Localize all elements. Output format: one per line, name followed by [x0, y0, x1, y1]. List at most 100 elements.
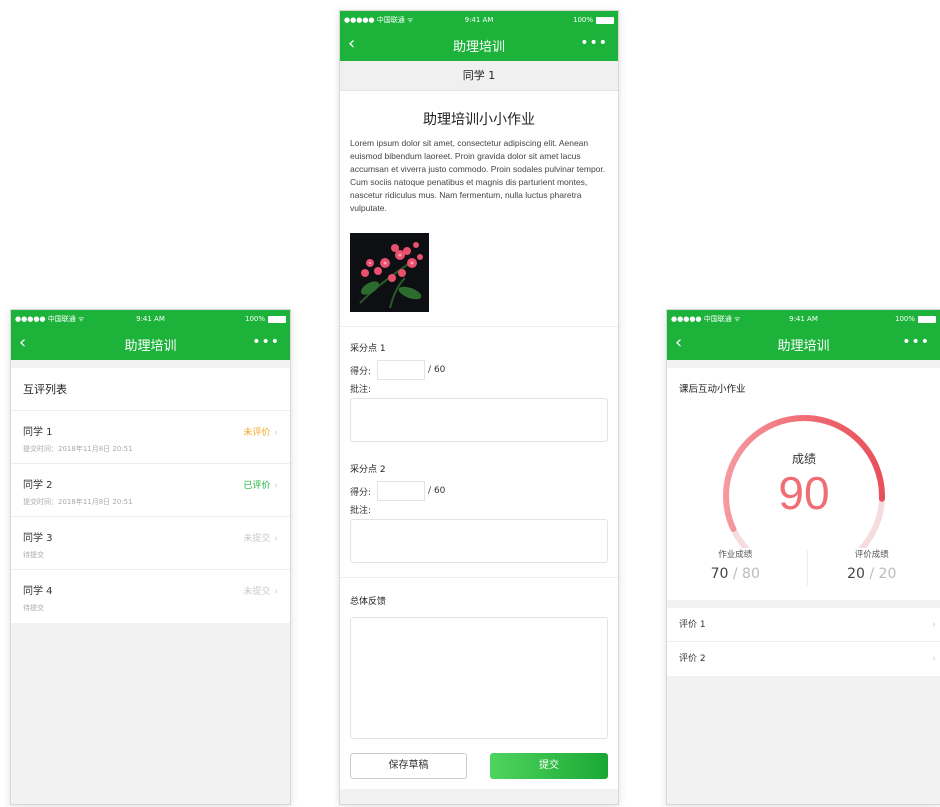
feedback-textarea[interactable]: [350, 617, 608, 739]
page-title: 助理培训: [124, 338, 177, 354]
battery-indicator: 100%: [573, 11, 614, 29]
submit-status: 待提交: [23, 604, 44, 612]
stat-label: 作业成绩: [718, 550, 753, 560]
flower-image-icon: [350, 233, 429, 312]
score-breakdown: 作业成绩 70 / 80 评价成绩 20 / 20: [667, 548, 940, 586]
score-row: 得分: / 60: [350, 360, 608, 380]
divider: [340, 577, 618, 578]
battery-icon: [596, 16, 614, 24]
student-name: 同学 2: [23, 480, 53, 491]
submit-button[interactable]: 提交: [490, 753, 608, 779]
stat-label: 评价成绩: [854, 550, 889, 560]
student-name: 同学 3: [23, 533, 53, 544]
status-bar: ●●●●● 中国联通 ᯤ 9:41 AM 100%: [667, 310, 940, 328]
feedback-title: 总体反馈: [350, 597, 387, 607]
submit-status: 待提交: [23, 551, 44, 559]
chevron-right-icon: ›: [274, 428, 278, 438]
status-badge: 未提交 ›: [243, 584, 278, 597]
student-name: 同学 1: [23, 427, 53, 438]
chevron-right-icon: ›: [274, 481, 278, 491]
evaluation-score: 评价成绩 20 / 20: [804, 548, 940, 582]
stat-value: 70 / 80: [667, 566, 804, 582]
status-badge: 未评价 ›: [243, 425, 278, 438]
note-textarea[interactable]: [350, 398, 608, 442]
back-arrow-icon[interactable]: ‹: [675, 333, 682, 353]
score-input[interactable]: [377, 360, 426, 380]
list-item[interactable]: 评价 1 ›: [667, 608, 940, 642]
list-item[interactable]: 同学 4 待提交 未提交 ›: [11, 570, 290, 623]
grading-content: 助理培训小小作业 Lorem ipsum dolor sit amet, con…: [340, 91, 618, 789]
battery-label: 100%: [244, 315, 265, 323]
homework-body: Lorem ipsum dolor sit amet, consectetur …: [350, 138, 606, 213]
peer-review-list-screen: ●●●●● 中国联通 ᯤ 9:41 AM 100% ‹ 助理培训 ••• 互评列…: [10, 309, 291, 805]
chevron-right-icon: ›: [932, 620, 936, 630]
result-screen: ●●●●● 中国联通 ᯤ 9:41 AM 100% ‹ 助理培训 ••• 课后互…: [666, 309, 940, 805]
score-label: 得分:: [350, 366, 372, 377]
battery-label: 100%: [894, 315, 915, 323]
scoring-point-title: 采分点 2: [350, 465, 386, 475]
battery-label: 100%: [572, 16, 593, 24]
divider: [340, 326, 618, 327]
score-row: 得分: / 60: [350, 481, 608, 501]
student-name-bar: 同学 1: [340, 61, 618, 91]
more-icon[interactable]: •••: [252, 334, 280, 350]
more-icon[interactable]: •••: [902, 334, 930, 350]
status-label: 未提交: [243, 587, 271, 597]
chevron-right-icon: ›: [932, 654, 936, 664]
homework-title: 助理培训小小作业: [423, 112, 535, 128]
page-title: 助理培训: [777, 338, 830, 354]
list-item[interactable]: 评价 2 ›: [667, 642, 940, 676]
nav-bar: ‹ 助理培训 •••: [11, 328, 290, 360]
action-buttons: 保存草稿 提交: [350, 753, 608, 789]
list-item[interactable]: 同学 2 提交时间：2018年11月8日 20:51 已评价 ›: [11, 464, 290, 517]
list-item[interactable]: 同学 1 提交时间：2018年11月8日 20:51 未评价 ›: [11, 411, 290, 464]
evaluation-label: 评价 1: [679, 620, 706, 630]
note-label: 批注:: [350, 506, 372, 516]
list-item[interactable]: 同学 3 待提交 未提交 ›: [11, 517, 290, 570]
status-bar: ●●●●● 中国联通 ᯤ 9:41 AM 100%: [11, 310, 290, 328]
score-input[interactable]: [377, 481, 426, 501]
note-label: 批注:: [350, 385, 372, 395]
status-badge: 已评价 ›: [243, 478, 278, 491]
more-icon[interactable]: •••: [580, 35, 608, 51]
status-label: 未提交: [243, 534, 271, 544]
score-max: / 60: [428, 365, 446, 375]
submit-time: 提交时间：2018年11月8日 20:51: [23, 445, 133, 453]
battery-icon: [918, 315, 936, 323]
top-bar: ●●●●● 中国联通 ᯤ 9:41 AM 100% ‹ 助理培训 •••: [11, 310, 290, 360]
note-textarea[interactable]: [350, 519, 608, 563]
evaluation-label: 评价 2: [679, 654, 706, 664]
back-arrow-icon[interactable]: ‹: [19, 333, 26, 353]
gauge-label: 成绩: [791, 452, 816, 466]
result-card: 课后互动小作业 成绩 90 作业成绩 70 / 80 评价成绩 20 / 20: [667, 368, 940, 600]
score-label: 得分:: [350, 487, 372, 498]
save-draft-button[interactable]: 保存草稿: [350, 753, 467, 779]
grading-screen: ●●●●● 中国联通 ᯤ 9:41 AM 100% ‹ 助理培训 ••• 同学 …: [339, 10, 619, 805]
status-badge: 未提交 ›: [243, 531, 278, 544]
peer-list: 互评列表 同学 1 提交时间：2018年11月8日 20:51 未评价 › 同学 …: [11, 368, 290, 623]
top-bar: ●●●●● 中国联通 ᯤ 9:41 AM 100% ‹ 助理培训 •••: [340, 11, 618, 61]
nav-bar: ‹ 助理培训 •••: [667, 328, 940, 360]
page-title: 助理培训: [452, 39, 505, 55]
status-label: 未评价: [243, 428, 271, 438]
status-label: 已评价: [243, 481, 271, 491]
stat-number: 20: [847, 566, 865, 582]
flower-photo[interactable]: [350, 233, 429, 312]
chevron-right-icon: ›: [274, 534, 278, 544]
stat-denominator: / 20: [864, 566, 897, 582]
battery-icon: [268, 315, 286, 323]
nav-bar: ‹ 助理培训 •••: [340, 29, 618, 61]
chevron-right-icon: ›: [274, 587, 278, 597]
section-heading: 课后互动小作业: [679, 384, 746, 395]
top-bar: ●●●●● 中国联通 ᯤ 9:41 AM 100% ‹ 助理培训 •••: [667, 310, 940, 360]
stat-denominator: / 80: [728, 566, 760, 582]
list-title: 互评列表: [11, 368, 290, 411]
stat-number: 70: [710, 566, 729, 582]
back-arrow-icon[interactable]: ‹: [348, 34, 355, 54]
score-gauge: 成绩 90: [667, 408, 940, 555]
score-value: 90: [778, 467, 830, 519]
scoring-point-title: 采分点 1: [350, 344, 386, 354]
score-max: / 60: [428, 486, 446, 496]
student-name: 同学 4: [23, 586, 53, 597]
submit-time: 提交时间：2018年11月8日 20:51: [23, 498, 133, 506]
